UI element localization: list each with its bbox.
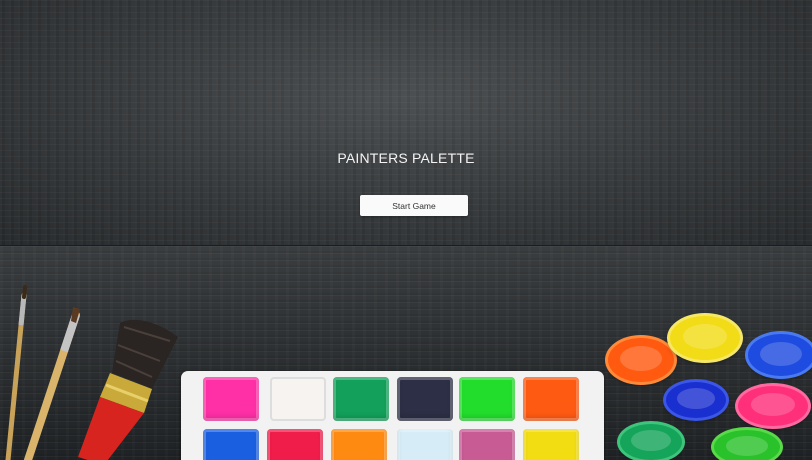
paint-well-orange: [523, 377, 579, 421]
paint-well-lightblue: [397, 429, 453, 460]
paint-well-yellow: [523, 429, 579, 460]
thin-brush-icon: [5, 285, 27, 460]
round-brush-icon: [24, 307, 80, 460]
paint-well-white: [270, 377, 326, 421]
game-title: PAINTERS PALETTE: [337, 150, 475, 166]
paint-pot-lime: [714, 430, 780, 460]
paint-pot-deep-blue: [666, 382, 726, 418]
watercolor-palette-tray: [181, 371, 604, 460]
paint-well-blue: [203, 429, 259, 460]
paint-well-pink: [203, 377, 259, 421]
paint-well-red: [267, 429, 323, 460]
game-background: PAINTERS PALETTE Start Game: [0, 0, 812, 460]
paint-pot-pink: [738, 386, 808, 426]
paint-pot-blue: [748, 334, 812, 376]
paint-well-navy: [397, 377, 453, 421]
paint-brushes-illustration: [5, 285, 178, 460]
paint-well-amber: [331, 429, 387, 460]
paint-well-green: [333, 377, 389, 421]
paint-pot-yellow: [670, 316, 740, 360]
paint-pot-green: [620, 424, 682, 460]
paint-well-lime: [459, 377, 515, 421]
paint-pot-orange: [608, 338, 674, 382]
flat-brush-icon: [78, 319, 178, 460]
start-game-button[interactable]: Start Game: [360, 195, 468, 216]
paint-well-magenta: [459, 429, 515, 460]
